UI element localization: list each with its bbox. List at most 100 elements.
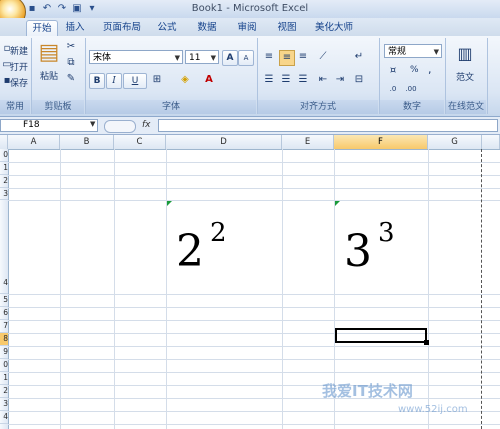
align-middle-icon[interactable]: ≡ bbox=[279, 50, 295, 66]
cut-icon[interactable]: ✂ bbox=[64, 40, 78, 54]
align-left-icon[interactable]: ☰ bbox=[262, 73, 276, 87]
increase-indent-icon[interactable]: ⇥ bbox=[333, 73, 347, 87]
row-header[interactable]: 0 bbox=[0, 359, 8, 372]
paste-button[interactable]: 粘贴 bbox=[40, 69, 58, 82]
row-header[interactable]: 2 bbox=[0, 385, 8, 398]
row-header[interactable]: 0 bbox=[0, 149, 8, 162]
border-icon[interactable]: ⊞ bbox=[150, 73, 164, 87]
row-header[interactable]: 5 bbox=[0, 294, 8, 307]
align-bottom-icon[interactable]: ≡ bbox=[296, 50, 310, 64]
grid-line bbox=[428, 149, 429, 429]
comma-button[interactable]: , bbox=[428, 63, 432, 76]
font-color-icon[interactable]: A bbox=[202, 73, 216, 87]
chevron-down-icon: ▼ bbox=[174, 54, 180, 62]
format-painter-icon[interactable]: ✎ bbox=[64, 72, 78, 86]
column-header-d[interactable]: D bbox=[166, 135, 282, 149]
shrink-font-button[interactable]: A bbox=[238, 50, 254, 66]
fill-color-icon[interactable]: ◈ bbox=[178, 73, 192, 87]
font-name-combo[interactable]: 宋体 ▼ bbox=[89, 50, 183, 64]
row-header-selected[interactable]: 8 bbox=[0, 333, 8, 346]
tab-page-layout[interactable]: 页面布局 bbox=[98, 20, 146, 36]
column-headers: A B C D E F G bbox=[0, 135, 500, 150]
cell-d4-content[interactable]: 2 2 bbox=[176, 218, 236, 286]
row-header[interactable]: 3 bbox=[0, 398, 8, 411]
row-header[interactable]: 3 bbox=[0, 188, 8, 200]
row-header[interactable]: 4 bbox=[0, 200, 8, 294]
tab-beautify[interactable]: 美化大师 bbox=[310, 20, 358, 36]
select-all-corner[interactable] bbox=[0, 135, 8, 149]
template-button[interactable]: 范文 bbox=[456, 70, 474, 83]
increase-decimal-icon[interactable]: .0 bbox=[386, 82, 400, 96]
ribbon: ▫ 新建 ▭ 打开 ▪ 保存 常用 ▤ 粘贴 ✂ ⧉ ✎ 剪贴板 宋体 ▼ 11 ▼… bbox=[0, 36, 500, 117]
column-header-next[interactable] bbox=[482, 135, 500, 149]
cell-f4-base: 3 bbox=[344, 226, 372, 277]
grid-line bbox=[166, 149, 167, 429]
fill-handle[interactable] bbox=[424, 340, 429, 345]
error-indicator-icon[interactable] bbox=[167, 201, 172, 206]
grid-line bbox=[8, 162, 500, 163]
cell-f4-content[interactable]: 3 3 bbox=[344, 218, 404, 286]
underline-button[interactable]: U bbox=[123, 73, 147, 89]
number-group-label: 数字 bbox=[380, 100, 444, 114]
name-box[interactable]: F18 bbox=[0, 119, 98, 132]
row-header[interactable]: 4 bbox=[0, 411, 8, 424]
column-header-g[interactable]: G bbox=[428, 135, 482, 149]
tab-formulas[interactable]: 公式 bbox=[152, 20, 182, 36]
template-icon[interactable]: ▥ bbox=[457, 44, 473, 64]
chevron-down-icon: ▼ bbox=[433, 48, 439, 56]
formula-bar: F18 ▼ fx bbox=[0, 117, 500, 135]
save-button[interactable]: 保存 bbox=[10, 76, 28, 89]
align-right-icon[interactable]: ☰ bbox=[296, 73, 310, 87]
paste-icon[interactable]: ▤ bbox=[38, 40, 60, 66]
chevron-down-icon[interactable]: ▼ bbox=[90, 120, 95, 128]
font-size-combo[interactable]: 11 ▼ bbox=[185, 50, 219, 64]
tab-data[interactable]: 数据 bbox=[192, 20, 222, 36]
formula-bar-toggle[interactable] bbox=[104, 120, 136, 133]
insert-function-button[interactable]: fx bbox=[142, 119, 154, 132]
decrease-indent-icon[interactable]: ⇤ bbox=[316, 73, 330, 87]
row-header[interactable]: 6 bbox=[0, 307, 8, 320]
wrap-text-icon[interactable]: ↵ bbox=[352, 50, 366, 64]
percent-button[interactable]: % bbox=[410, 65, 419, 75]
column-header-a[interactable]: A bbox=[8, 135, 60, 149]
column-header-b[interactable]: B bbox=[60, 135, 114, 149]
bold-button[interactable]: B bbox=[89, 73, 105, 89]
copy-icon[interactable]: ⧉ bbox=[64, 56, 78, 70]
row-header[interactable]: 2 bbox=[0, 175, 8, 188]
column-header-c[interactable]: C bbox=[114, 135, 166, 149]
open-button[interactable]: 打开 bbox=[10, 60, 28, 73]
grid-line bbox=[8, 320, 500, 321]
row-header[interactable]: 9 bbox=[0, 346, 8, 359]
template-group-label: 在线范文 bbox=[446, 100, 486, 114]
row-headers: 0 1 2 3 4 5 6 7 8 9 0 1 2 3 4 bbox=[0, 149, 9, 429]
grid-line bbox=[114, 149, 115, 429]
row-header[interactable]: 1 bbox=[0, 162, 8, 175]
grid-line bbox=[282, 149, 283, 429]
align-center-icon[interactable]: ☰ bbox=[279, 73, 293, 87]
cell-d4-base: 2 bbox=[176, 226, 204, 277]
decrease-decimal-icon[interactable]: .00 bbox=[404, 82, 418, 96]
new-button[interactable]: 新建 bbox=[10, 44, 28, 57]
grid-line bbox=[8, 398, 500, 399]
selected-cell-f18[interactable] bbox=[335, 328, 427, 343]
orientation-icon[interactable]: ⟋ bbox=[316, 50, 330, 64]
align-top-icon[interactable]: ≡ bbox=[262, 50, 276, 64]
formula-input[interactable] bbox=[158, 119, 498, 132]
error-indicator-icon[interactable] bbox=[335, 201, 340, 206]
italic-button[interactable]: I bbox=[106, 73, 122, 89]
tab-home[interactable]: 开始 bbox=[26, 20, 58, 37]
grow-font-button[interactable]: A bbox=[222, 50, 238, 66]
row-header[interactable]: 1 bbox=[0, 372, 8, 385]
font-size-value: 11 bbox=[189, 53, 201, 63]
currency-icon[interactable]: ¤ bbox=[386, 64, 400, 78]
merge-center-icon[interactable]: ⊟ bbox=[352, 73, 366, 87]
column-header-e[interactable]: E bbox=[282, 135, 334, 149]
column-header-f[interactable]: F bbox=[334, 135, 428, 149]
tab-view[interactable]: 视图 bbox=[272, 20, 302, 36]
number-format-combo[interactable]: 常规 ▼ bbox=[384, 44, 442, 58]
grid-line bbox=[8, 175, 500, 176]
font-name-value: 宋体 bbox=[93, 53, 112, 63]
tab-review[interactable]: 审阅 bbox=[232, 20, 262, 36]
row-header[interactable]: 7 bbox=[0, 320, 8, 333]
tab-insert[interactable]: 插入 bbox=[60, 20, 90, 36]
